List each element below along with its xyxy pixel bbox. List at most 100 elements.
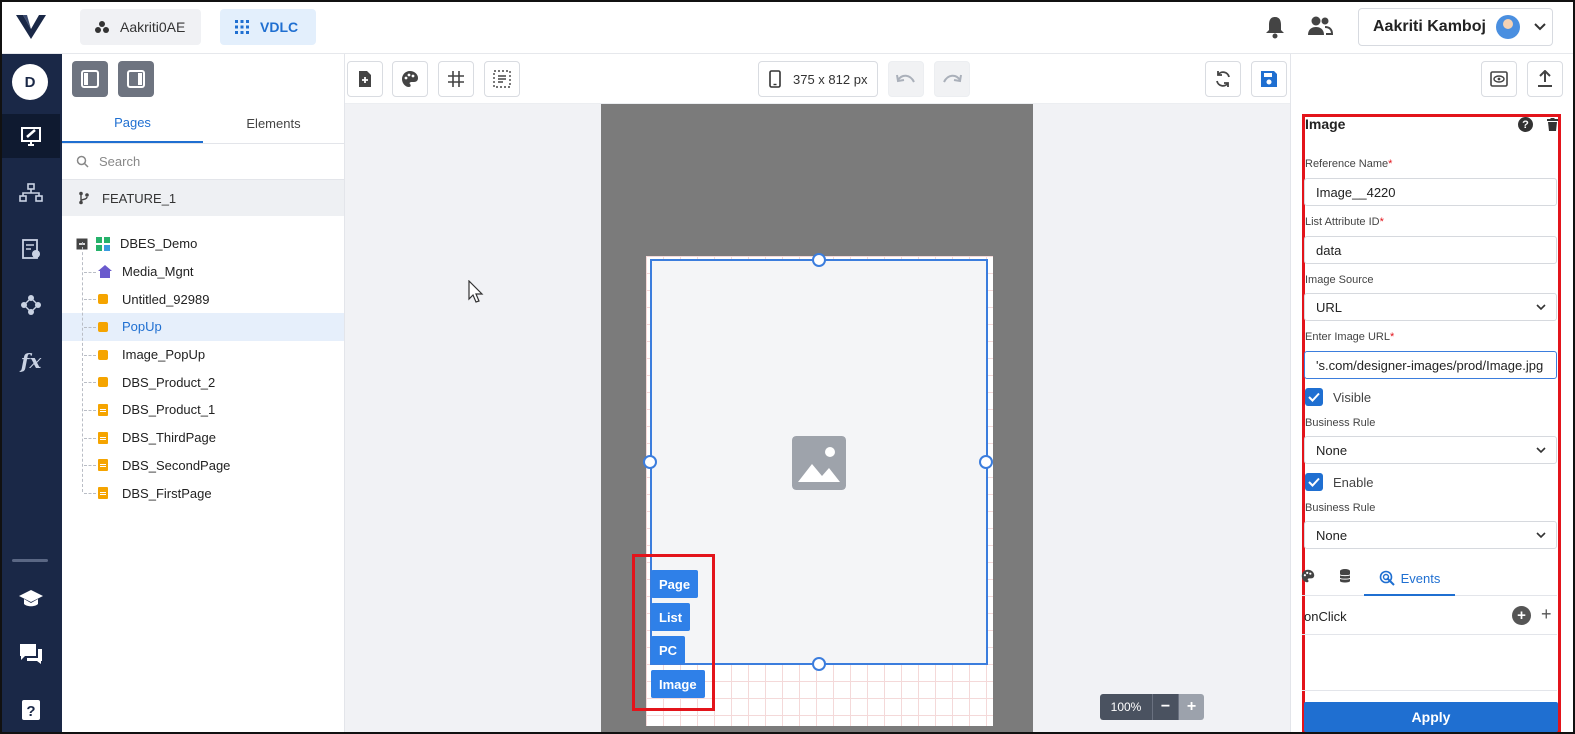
tree-item-dbs-thirdpage[interactable]: DBS_ThirdPage bbox=[62, 424, 344, 452]
tree-item-label: DBS_SecondPage bbox=[122, 457, 231, 473]
business-rule-select-enable[interactable]: None bbox=[1304, 521, 1557, 549]
plus-icon[interactable]: + bbox=[1541, 604, 1552, 625]
undo-button[interactable] bbox=[888, 61, 924, 97]
learn-icon[interactable] bbox=[2, 577, 60, 621]
bell-icon[interactable] bbox=[1264, 15, 1286, 39]
publish-button[interactable] bbox=[1527, 61, 1563, 97]
workspace-name: Aakriti0AE bbox=[120, 19, 186, 35]
project-avatar[interactable]: D bbox=[12, 64, 48, 100]
preview-icon bbox=[1490, 71, 1508, 87]
popup-icon bbox=[98, 321, 108, 332]
tab-events[interactable]: Events bbox=[1364, 562, 1455, 596]
workspace-icon bbox=[95, 21, 109, 33]
resize-handle-top[interactable] bbox=[812, 253, 826, 267]
flow-icon[interactable] bbox=[2, 171, 60, 215]
left-panel-toggle-button[interactable] bbox=[72, 61, 108, 97]
designer-icon[interactable] bbox=[2, 114, 60, 158]
help-circle-icon[interactable]: ? bbox=[1518, 117, 1533, 132]
function-icon[interactable]: fx bbox=[2, 339, 60, 383]
tab-pages[interactable]: Pages bbox=[62, 104, 203, 143]
page-icon bbox=[98, 487, 108, 500]
palette-icon bbox=[402, 71, 418, 87]
tree-item-label: Untitled_92989 bbox=[122, 291, 210, 307]
user-menu[interactable]: Aakriti Kamboj bbox=[1358, 8, 1553, 46]
tree-item-label: Image_PopUp bbox=[122, 347, 206, 363]
trash-icon[interactable] bbox=[1547, 118, 1558, 131]
settings-doc-icon[interactable] bbox=[2, 227, 60, 271]
tree-item-label: PopUp bbox=[122, 319, 162, 335]
page-icon bbox=[98, 403, 108, 416]
zoom-out-button[interactable]: − bbox=[1152, 694, 1178, 720]
tab-elements[interactable]: Elements bbox=[203, 104, 344, 143]
popup-icon bbox=[98, 294, 108, 305]
grid-toggle-button[interactable] bbox=[438, 61, 474, 97]
theme-button[interactable] bbox=[392, 61, 428, 97]
design-canvas[interactable]: Page List PC Image 100% − + bbox=[345, 104, 1290, 732]
label-text: Enter Image URL bbox=[1305, 331, 1390, 343]
team-icon[interactable] bbox=[1307, 15, 1333, 37]
tree-item-media-mgnt[interactable]: Media_Mgnt bbox=[62, 258, 344, 286]
add-circle-icon[interactable]: + bbox=[1512, 606, 1531, 625]
refresh-button[interactable] bbox=[1205, 61, 1241, 97]
save-button[interactable] bbox=[1251, 61, 1287, 97]
designer-toolbar: 375 x 812 px bbox=[345, 54, 1290, 104]
popup-icon bbox=[98, 377, 108, 388]
business-rule-select-visible[interactable]: None bbox=[1304, 436, 1557, 464]
redo-button[interactable] bbox=[934, 61, 970, 97]
rail-divider bbox=[12, 559, 48, 562]
business-rule-value: None bbox=[1316, 442, 1348, 458]
resize-handle-bottom[interactable] bbox=[812, 657, 826, 671]
branch-name: FEATURE_1 bbox=[102, 190, 177, 206]
panel-right-icon bbox=[127, 70, 145, 88]
tree-item-popup[interactable]: PopUp bbox=[62, 313, 344, 341]
branch-icon bbox=[79, 191, 89, 205]
zoom-in-button[interactable]: + bbox=[1178, 694, 1204, 720]
add-page-button[interactable] bbox=[347, 61, 383, 97]
visible-checkbox[interactable]: Visible bbox=[1305, 388, 1371, 406]
tree-item-dbs-product-2[interactable]: DBS_Product_2 bbox=[62, 368, 344, 396]
required-mark: * bbox=[1389, 331, 1395, 343]
required-mark: * bbox=[1388, 158, 1393, 170]
app-chip[interactable]: VDLC bbox=[220, 9, 316, 45]
image-source-value: URL bbox=[1316, 299, 1343, 315]
panel-toggle-bar bbox=[62, 54, 344, 104]
pages-panel: Pages Elements Search FEATURE_1 DBES_Dem… bbox=[62, 54, 345, 732]
image-url-field[interactable]: 's.com/designer-images/prod/Image.jpg bbox=[1304, 351, 1557, 379]
device-size-selector[interactable]: 375 x 812 px bbox=[758, 61, 878, 97]
workspace-chip[interactable]: Aakriti0AE bbox=[80, 9, 201, 45]
redo-icon bbox=[943, 74, 962, 83]
tab-data-database-icon[interactable] bbox=[1339, 568, 1351, 584]
reference-name-field[interactable]: Image__4220 bbox=[1304, 178, 1557, 206]
preview-button[interactable] bbox=[1481, 61, 1517, 97]
image-source-select[interactable]: URL bbox=[1304, 293, 1557, 321]
network-icon[interactable] bbox=[2, 283, 60, 327]
tree-item-untitled-92989[interactable]: Untitled_92989 bbox=[62, 285, 344, 313]
apply-button[interactable]: Apply bbox=[1304, 702, 1558, 732]
resize-handle-right[interactable] bbox=[979, 455, 993, 469]
tree-item-image-popup[interactable]: Image_PopUp bbox=[62, 341, 344, 369]
list-attribute-field[interactable]: data bbox=[1304, 236, 1557, 264]
tree-root[interactable]: DBES_Demo bbox=[62, 230, 344, 258]
help-icon[interactable]: ? bbox=[2, 688, 60, 732]
resize-handle-left[interactable] bbox=[643, 455, 657, 469]
enable-checkbox[interactable]: Enable bbox=[1305, 473, 1373, 491]
tree-item-dbs-firstpage[interactable]: DBS_FirstPage bbox=[62, 479, 344, 507]
app-logo-icon[interactable] bbox=[14, 12, 48, 42]
chevron-down-icon bbox=[1536, 303, 1546, 310]
checkbox-checked-icon bbox=[1305, 473, 1323, 491]
branch-selector[interactable]: FEATURE_1 bbox=[62, 180, 344, 216]
search-input[interactable]: Search bbox=[62, 144, 344, 180]
home-icon bbox=[98, 265, 112, 279]
select-area-button[interactable] bbox=[484, 61, 520, 97]
tree-item-dbs-secondpage[interactable]: DBS_SecondPage bbox=[62, 452, 344, 480]
properties-topbar bbox=[1291, 54, 1573, 104]
tree-item-label: Media_Mgnt bbox=[122, 264, 194, 280]
chat-icon[interactable] bbox=[2, 632, 60, 676]
user-name: Aakriti Kamboj bbox=[1373, 18, 1486, 35]
tree-item-label: DBS_ThirdPage bbox=[122, 430, 216, 446]
right-panel-toggle-button[interactable] bbox=[118, 61, 154, 97]
tree-item-dbs-product-1[interactable]: DBS_Product_1 bbox=[62, 396, 344, 424]
grid-lines-icon bbox=[448, 71, 464, 87]
tree-guide-line bbox=[82, 242, 83, 492]
tab-style-palette-icon[interactable] bbox=[1301, 569, 1315, 583]
